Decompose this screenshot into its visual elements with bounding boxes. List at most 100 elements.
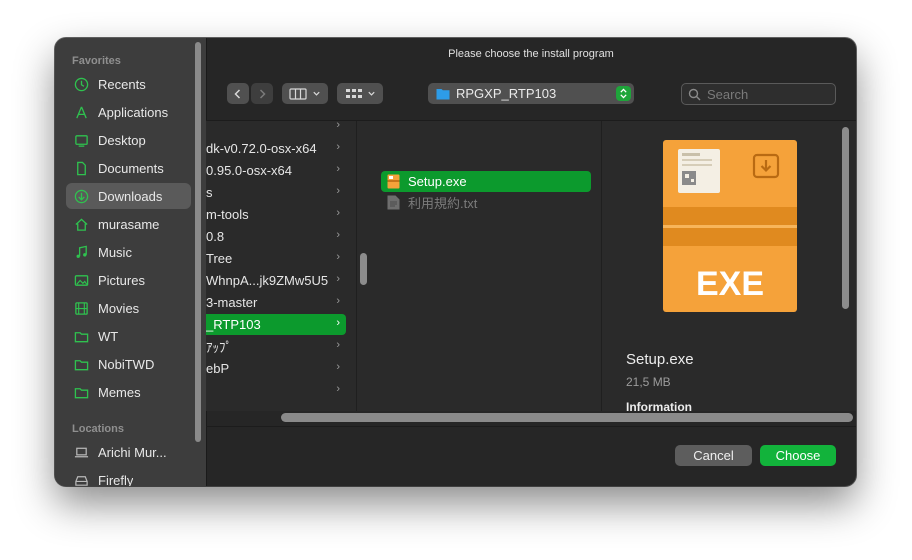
sidebar-item-wt[interactable]: WT (66, 323, 191, 349)
sidebar-item-murasame[interactable]: murasame (66, 211, 191, 237)
path-popup[interactable]: RPGXP_RTP103 (428, 83, 634, 104)
folder-icon (436, 88, 450, 99)
sidebar-scrollbar[interactable] (195, 42, 201, 442)
search-field[interactable] (681, 83, 836, 105)
list-item-selected[interactable]: _RTP103 › (206, 314, 346, 335)
list-item[interactable]: WhnpA...jk9ZMw5U5 › (206, 270, 346, 291)
downloads-column: › dk-v0.72.0-osx-x64 › 0.95.0-osx-x64 › s ›… (206, 121, 357, 411)
sidebar-item-label: Arichi Mur... (98, 444, 167, 460)
sidebar-item-nobitwd[interactable]: NobiTWD (66, 351, 191, 377)
sidebar-item-label: murasame (98, 216, 160, 232)
chevron-down-icon (313, 91, 320, 96)
chevron-right-icon: › (336, 251, 340, 263)
dialog-title: Please choose the install program (448, 48, 614, 60)
list-item[interactable]: › (206, 121, 346, 137)
locations-header: Locations (72, 423, 124, 435)
preview-file-size: 21,5 MB (626, 375, 671, 389)
sidebar-item-documents[interactable]: Documents (66, 155, 191, 181)
preview-scrollbar[interactable] (842, 127, 849, 309)
list-item[interactable]: 利用規約.txt (381, 192, 591, 213)
exe-label: EXE (696, 265, 764, 303)
chevron-left-icon (234, 88, 241, 99)
search-icon (688, 88, 701, 100)
back-button[interactable] (227, 83, 249, 104)
list-item[interactable]: 0.8 › (206, 226, 346, 247)
current-folder-label: RPGXP_RTP103 (456, 86, 557, 101)
sidebar-item-label: Movies (98, 300, 140, 316)
sidebar-item-music[interactable]: Music (66, 239, 191, 265)
column-browser: › dk-v0.72.0-osx-x64 › 0.95.0-osx-x64 › s ›… (206, 120, 856, 414)
folder-icon (73, 356, 89, 372)
list-item[interactable]: 3-master › (206, 292, 346, 313)
sidebar-item-label: NobiTWD (98, 356, 155, 372)
list-item[interactable]: › (206, 380, 346, 401)
clock-icon (73, 76, 89, 92)
sidebar-item-desktop[interactable]: Desktop (66, 127, 191, 153)
sidebar-item-label: Downloads (98, 188, 163, 204)
sidebar-item-computer[interactable]: Arichi Mur... (66, 439, 191, 465)
sidebar-item-label: Music (98, 244, 132, 260)
folder-icon (73, 384, 89, 400)
sidebar-item-memes[interactable]: Memes (66, 379, 191, 405)
sidebar-item-label: Documents (98, 160, 164, 176)
list-item[interactable]: ebP › (206, 358, 346, 379)
chevron-right-icon: › (336, 207, 340, 219)
home-icon (73, 216, 89, 232)
sidebar: Favorites Recents Applications Desktop D… (55, 38, 207, 486)
list-item[interactable]: 0.95.0-osx-x64 › (206, 160, 346, 181)
list-item[interactable]: s › (206, 182, 346, 203)
sidebar-item-label: Recents (98, 76, 146, 92)
sidebar-item-label: Firefly (98, 472, 134, 487)
chevron-right-icon: › (336, 163, 340, 175)
folder-icon (73, 328, 89, 344)
choose-button[interactable]: Choose (760, 445, 836, 466)
search-input[interactable] (707, 86, 827, 102)
updown-chevron-icon (616, 86, 631, 101)
chevron-right-icon: › (336, 185, 340, 197)
sidebar-item-label: Pictures (98, 272, 145, 288)
chevron-right-icon: › (336, 273, 340, 285)
chevron-down-icon (368, 91, 375, 96)
view-mode-button[interactable] (282, 83, 328, 104)
sidebar-item-label: WT (98, 328, 119, 344)
chevron-right-icon: › (336, 295, 340, 307)
sidebar-item-recents[interactable]: Recents (66, 71, 191, 97)
grid-view-icon (346, 88, 362, 98)
list-item[interactable]: Tree › (206, 248, 346, 269)
exe-file-preview-icon: EXE (663, 140, 797, 312)
drive-icon (73, 472, 89, 486)
favorites-header: Favorites (72, 55, 121, 67)
document-icon (73, 160, 89, 176)
list-item[interactable]: ｱｯﾌﾟ › (206, 336, 346, 357)
chevron-right-icon: › (336, 317, 340, 329)
preview-file-name: Setup.exe (626, 351, 694, 368)
divider (206, 426, 856, 427)
horizontal-scrollbar[interactable] (281, 413, 853, 422)
sidebar-item-firefly[interactable]: Firefly (66, 467, 191, 486)
text-file-icon (387, 195, 400, 210)
group-by-button[interactable] (337, 83, 383, 104)
chevron-right-icon: › (336, 121, 340, 131)
sidebar-item-label: Desktop (98, 132, 146, 148)
sidebar-item-applications[interactable]: Applications (66, 99, 191, 125)
list-item[interactable]: dk-v0.72.0-osx-x64 › (206, 138, 346, 159)
chevron-right-icon: › (336, 229, 340, 241)
columns-view-icon (289, 87, 307, 100)
cancel-button[interactable]: Cancel (675, 445, 752, 466)
exe-file-icon (387, 174, 400, 189)
list-item-selected[interactable]: Setup.exe (381, 171, 591, 192)
column-scrollbar[interactable] (360, 253, 367, 285)
sidebar-item-label: Memes (98, 384, 141, 400)
sidebar-item-pictures[interactable]: Pictures (66, 267, 191, 293)
laptop-icon (73, 444, 89, 460)
sidebar-item-label: Applications (98, 104, 169, 120)
chevron-right-icon (259, 88, 266, 99)
forward-button[interactable] (251, 83, 273, 104)
list-item[interactable]: m-tools › (206, 204, 346, 225)
sidebar-item-movies[interactable]: Movies (66, 295, 191, 321)
pictures-icon (73, 272, 89, 288)
sidebar-item-downloads[interactable]: Downloads (66, 183, 191, 209)
folder-column: Setup.exe 利用規約.txt (357, 121, 602, 411)
chevron-right-icon: › (336, 361, 340, 373)
chevron-right-icon: › (336, 141, 340, 153)
